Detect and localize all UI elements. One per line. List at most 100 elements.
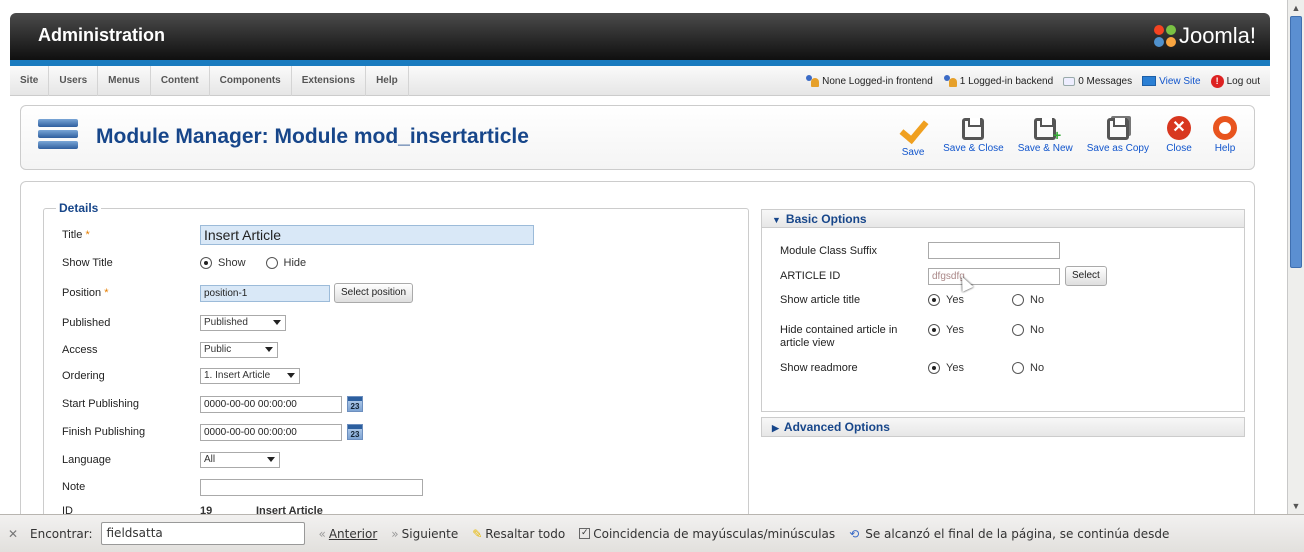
match-case-label: Coincidencia de mayúsculas/minúsculas bbox=[593, 526, 836, 541]
start-publishing-label: Start Publishing bbox=[62, 398, 140, 410]
language-select[interactable]: All bbox=[200, 452, 280, 468]
highlight-all-button[interactable]: ✎ Resaltar todo bbox=[472, 527, 565, 541]
close-icon: ✕ bbox=[1167, 116, 1191, 140]
advanced-options-title: Advanced Options bbox=[783, 420, 890, 434]
menu-content[interactable]: Content bbox=[151, 66, 210, 96]
id-value: 19 bbox=[200, 505, 213, 514]
radio-off-icon bbox=[265, 257, 278, 269]
start-publishing-row: Start Publishing 0000-00-00 00:00:00 23 bbox=[62, 394, 363, 414]
calendar-icon[interactable]: 23 bbox=[347, 396, 363, 412]
scroll-up-icon[interactable]: ▲ bbox=[1290, 2, 1302, 14]
published-label: Published bbox=[62, 317, 111, 329]
page-title: Module Manager: Module mod_insertarticle bbox=[96, 125, 529, 148]
radio-on-icon bbox=[928, 362, 940, 374]
admin-title: Administration bbox=[38, 25, 166, 45]
save-new-button[interactable]: Save & New bbox=[1011, 112, 1080, 158]
note-input[interactable] bbox=[200, 478, 423, 496]
menu-users[interactable]: Users bbox=[49, 66, 99, 96]
find-next-button[interactable]: » Siguiente bbox=[391, 527, 458, 541]
save-button[interactable]: Save bbox=[890, 112, 936, 158]
ordering-select[interactable]: 1. Insert Article bbox=[200, 368, 300, 384]
language-label: Language bbox=[62, 454, 111, 466]
menu-help[interactable]: Help bbox=[366, 66, 409, 96]
show-title-hide-radio[interactable]: Hide bbox=[265, 257, 307, 269]
finish-publishing-input[interactable]: 0000-00-00 00:00:00 bbox=[200, 423, 342, 441]
match-case-checkbox[interactable]: ✓ Coincidencia de mayúsculas/minúsculas bbox=[579, 527, 835, 541]
show-readmore-yes[interactable]: Yes bbox=[928, 362, 992, 374]
messages-status[interactable]: 0 Messages bbox=[1063, 76, 1132, 87]
find-previous-button[interactable]: «Anterior bbox=[319, 527, 378, 541]
access-select[interactable]: Public bbox=[200, 342, 278, 358]
show-article-title-no[interactable]: No bbox=[1012, 294, 1044, 306]
show-article-title-yes[interactable]: Yes bbox=[928, 294, 992, 306]
vertical-scrollbar[interactable]: ▲ ▼ bbox=[1287, 0, 1304, 514]
page-viewport: Administration Joomla! Site Users Menus … bbox=[0, 0, 1287, 514]
show-title-show-radio[interactable]: Show bbox=[200, 257, 246, 269]
show-article-title-row: Show article title Yes No bbox=[780, 294, 1064, 306]
save-close-button[interactable]: Save & Close bbox=[936, 112, 1011, 158]
close-button[interactable]: ✕ Close bbox=[1156, 112, 1202, 158]
menu-menus[interactable]: Menus bbox=[98, 66, 151, 96]
save-copy-button[interactable]: Save as Copy bbox=[1080, 112, 1156, 158]
show-title-show-text: Show bbox=[218, 257, 246, 269]
help-button[interactable]: Help bbox=[1202, 112, 1248, 158]
menu-components[interactable]: Components bbox=[210, 66, 292, 96]
scroll-down-icon[interactable]: ▼ bbox=[1290, 500, 1302, 512]
ordering-row: Ordering 1. Insert Article bbox=[62, 366, 300, 386]
close-find-bar-icon[interactable]: ✕ bbox=[8, 527, 22, 541]
start-publishing-input[interactable]: 0000-00-00 00:00:00 bbox=[200, 395, 342, 413]
edit-form: Details Title * Insert Article Show Titl… bbox=[20, 181, 1255, 514]
find-previous-label: Anterior bbox=[328, 526, 378, 541]
messages-icon bbox=[1063, 76, 1076, 86]
users-icon bbox=[805, 75, 820, 87]
menu-extensions[interactable]: Extensions bbox=[292, 66, 367, 96]
backend-status-text: 1 Logged-in backend bbox=[959, 75, 1054, 87]
position-input[interactable]: position-1 bbox=[200, 284, 330, 302]
hide-contained-no[interactable]: No bbox=[1012, 324, 1044, 336]
select-article-button[interactable]: Select bbox=[1065, 266, 1107, 286]
no-text: No bbox=[1030, 324, 1045, 336]
show-title-row: Show Title Show Hide bbox=[62, 253, 326, 273]
calendar-icon[interactable]: 23 bbox=[347, 424, 363, 440]
id-label: ID bbox=[62, 505, 73, 514]
hide-contained-yes[interactable]: Yes bbox=[928, 324, 992, 336]
admin-header: Administration Joomla! bbox=[10, 13, 1270, 60]
ordering-label: Ordering bbox=[62, 370, 105, 382]
yes-text: Yes bbox=[946, 324, 964, 336]
logout-link[interactable]: ! Log out bbox=[1210, 74, 1260, 88]
wrap-info-icon: ⟲ bbox=[849, 526, 860, 541]
basic-options-panel: ▼ Basic Options Module Class Suffix ARTIC… bbox=[761, 209, 1245, 412]
find-bar: ✕ Encontrar: fieldsatta «Anterior » Sigui… bbox=[0, 514, 1304, 552]
menu-site[interactable]: Site bbox=[10, 66, 50, 96]
note-label: Note bbox=[62, 481, 86, 493]
frontend-status: None Logged-in frontend bbox=[805, 75, 933, 87]
show-title-hide-text: Hide bbox=[283, 257, 307, 269]
view-site-link[interactable]: View Site bbox=[1142, 76, 1201, 87]
caret-right-icon: ▶ bbox=[772, 423, 779, 433]
article-id-label: ARTICLE ID bbox=[780, 270, 841, 282]
radio-on-icon bbox=[928, 294, 940, 306]
title-input[interactable]: Insert Article bbox=[200, 225, 534, 245]
save-label: Save bbox=[901, 147, 925, 158]
find-input[interactable]: fieldsatta bbox=[100, 522, 305, 545]
show-readmore-no[interactable]: No bbox=[1012, 362, 1044, 374]
article-id-input[interactable]: dfgsdfg bbox=[928, 267, 1060, 285]
finish-publishing-row: Finish Publishing 0000-00-00 00:00:00 23 bbox=[62, 422, 363, 442]
published-select[interactable]: Published bbox=[200, 315, 286, 331]
title-label-text: Title bbox=[62, 229, 83, 241]
joomla-logo-icon bbox=[1153, 25, 1176, 47]
find-next-label: Siguiente bbox=[401, 526, 459, 541]
class-suffix-input[interactable] bbox=[928, 242, 1060, 259]
details-fieldset: Details Title * Insert Article Show Titl… bbox=[43, 201, 749, 514]
basic-options-toggle[interactable]: ▼ Basic Options bbox=[762, 210, 1244, 228]
scrollbar-thumb[interactable] bbox=[1290, 16, 1302, 268]
menu-bar: Site Users Menus Content Components Exte… bbox=[10, 66, 1270, 96]
caret-down-icon: ▼ bbox=[772, 215, 781, 225]
save-new-label: Save & New bbox=[1017, 143, 1073, 154]
arrow-left-icon: « bbox=[318, 526, 326, 541]
title-row: Title * Insert Article bbox=[62, 225, 534, 245]
browser-page: Administration Joomla! Site Users Menus … bbox=[0, 0, 1304, 552]
position-row: Position * position-1 Select position bbox=[62, 283, 414, 303]
select-position-button[interactable]: Select position bbox=[334, 283, 414, 303]
advanced-options-toggle[interactable]: ▶ Advanced Options bbox=[762, 418, 1244, 436]
